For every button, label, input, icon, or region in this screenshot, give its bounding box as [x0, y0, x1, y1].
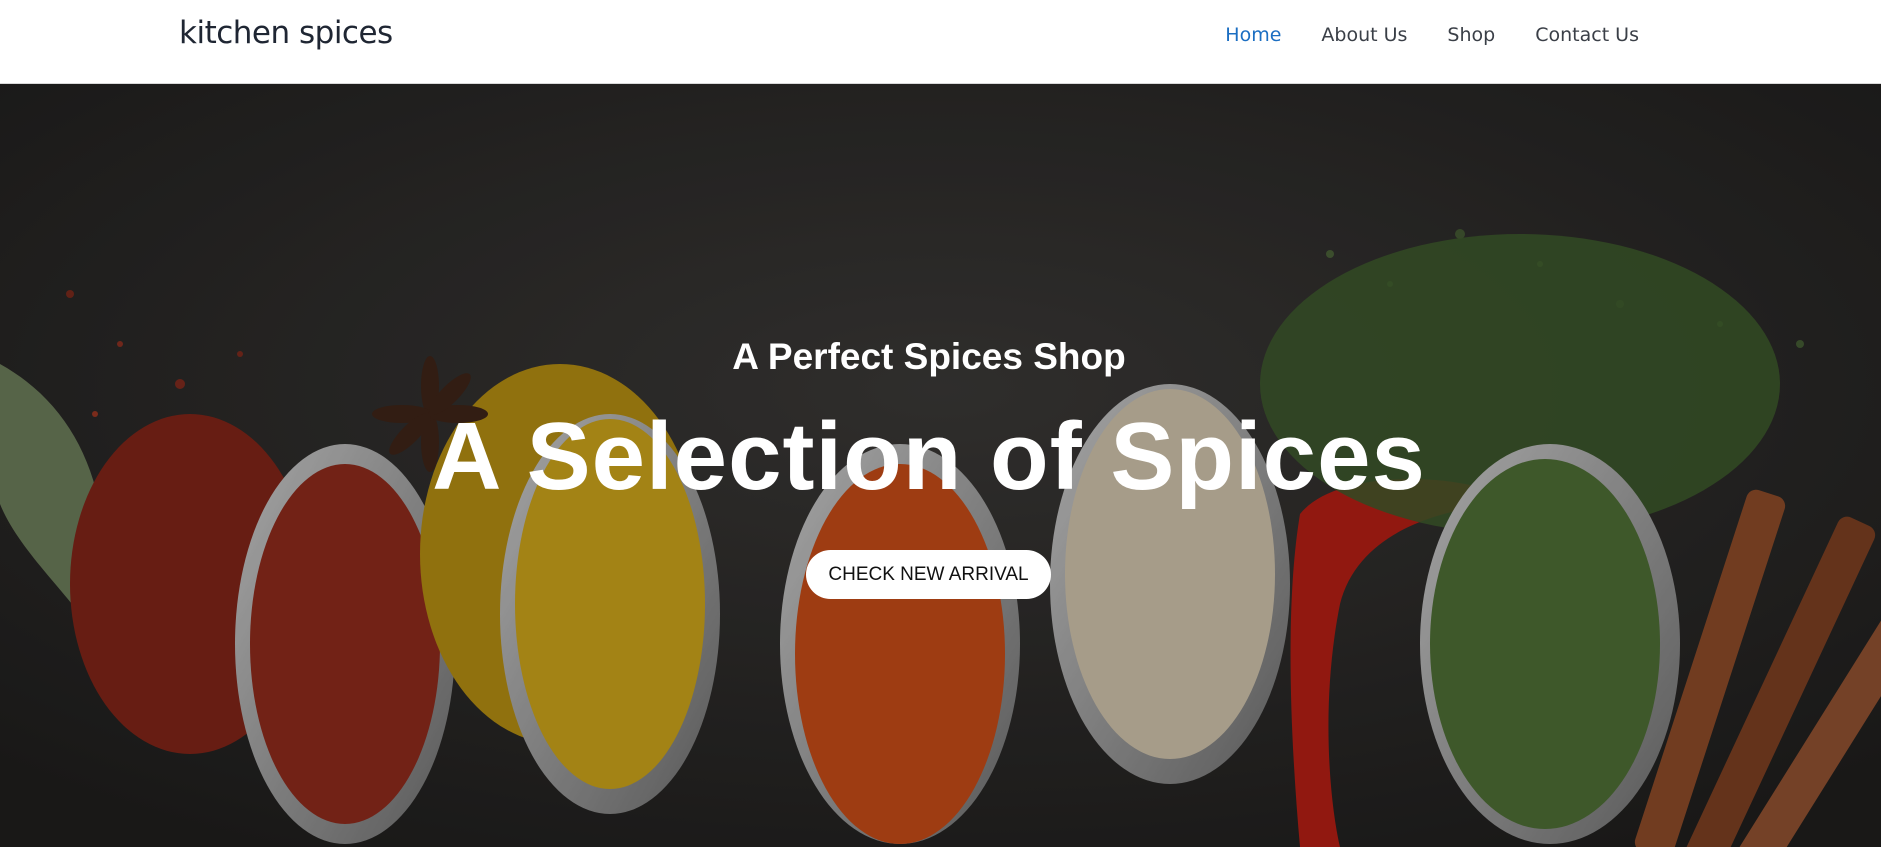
navbar: kitchen spices Home About Us Shop Contac… — [0, 0, 1881, 84]
nav-link-shop[interactable]: Shop — [1427, 0, 1515, 70]
check-new-arrival-button[interactable]: CHECK NEW ARRIVAL — [806, 550, 1051, 599]
nav-link-home[interactable]: Home — [1205, 0, 1301, 70]
nav-link-contact-us[interactable]: Contact Us — [1515, 0, 1659, 70]
hero-subtitle: A Perfect Spices Shop — [732, 336, 1126, 377]
brand-logo[interactable]: kitchen spices — [179, 15, 393, 51]
main-nav: Home About Us Shop Contact Us — [1205, 0, 1659, 70]
hero-title: A Selection of Spices — [432, 403, 1426, 510]
hero-section: A Perfect Spices Shop A Selection of Spi… — [0, 84, 1881, 847]
nav-link-about-us[interactable]: About Us — [1301, 0, 1427, 70]
